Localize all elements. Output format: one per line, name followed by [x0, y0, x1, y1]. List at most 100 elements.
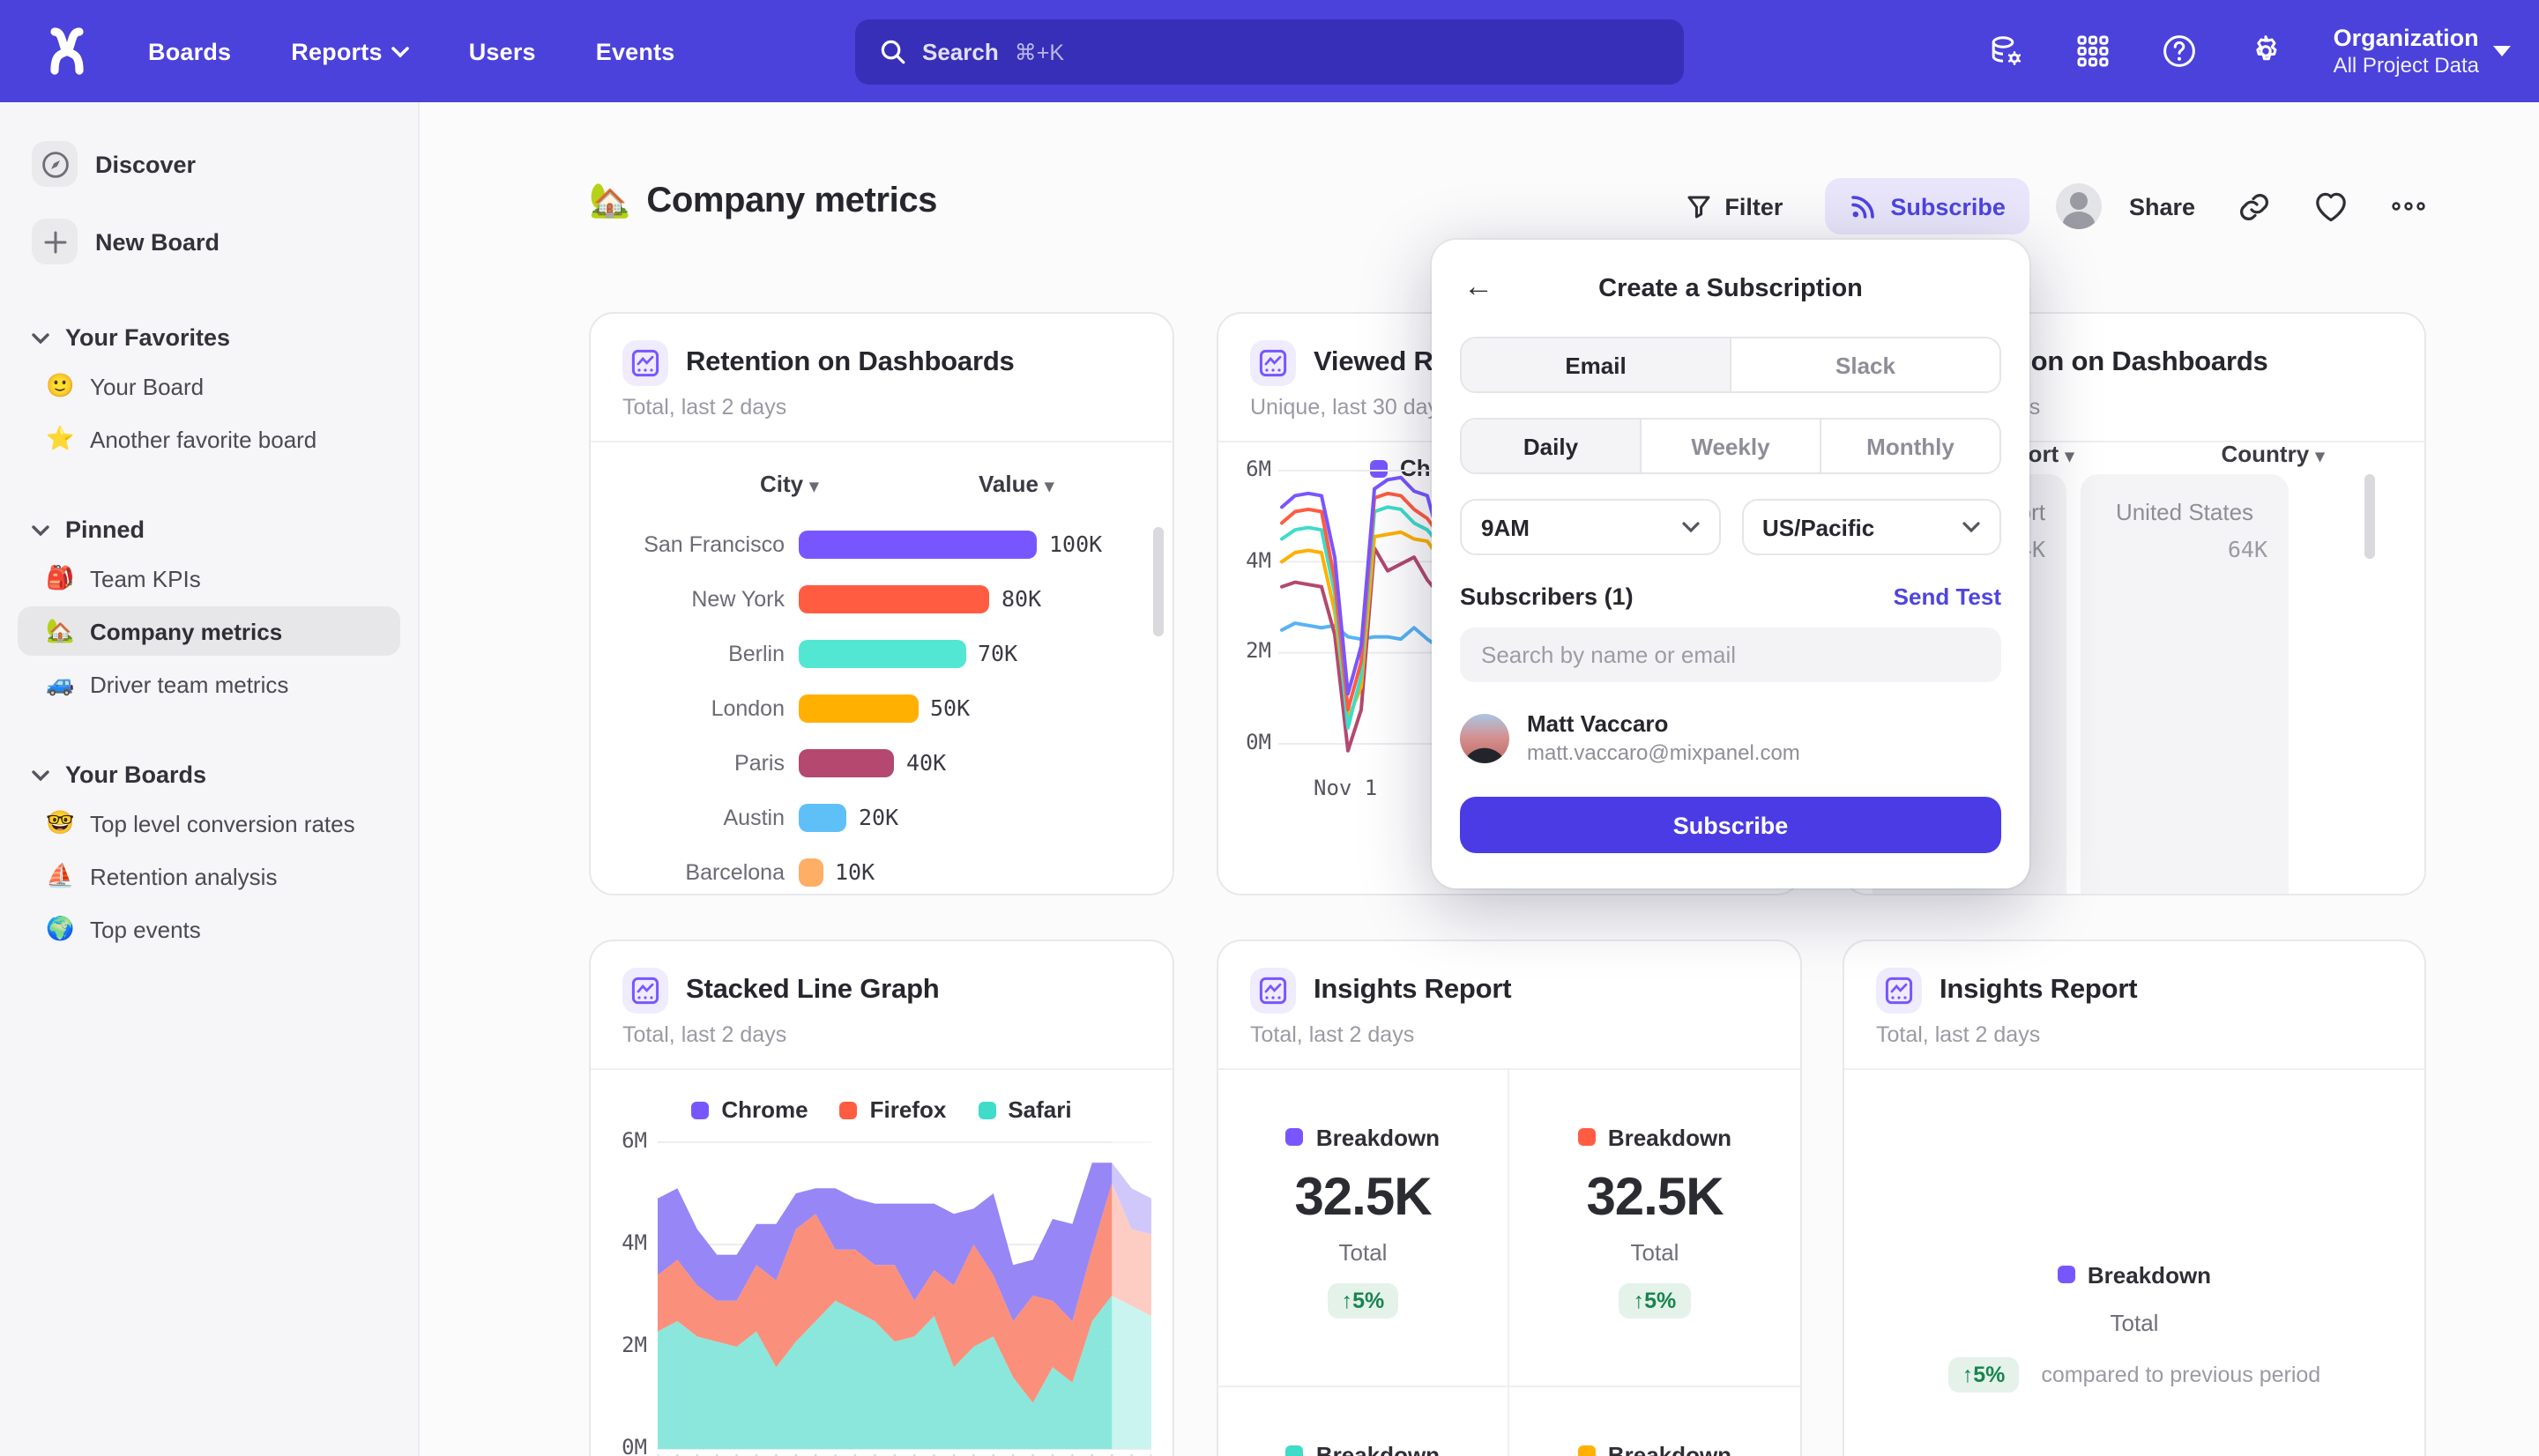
sidebar-item-company-metrics[interactable]: 🏡Company metrics	[18, 606, 400, 656]
subscriber-avatar	[1460, 713, 1509, 762]
user-avatar[interactable]	[2057, 183, 2103, 229]
sidebar-item-another-favorite-board[interactable]: ⭐Another favorite board	[18, 414, 400, 464]
tab-monthly[interactable]: Monthly	[1820, 420, 1999, 472]
filter-button[interactable]: Filter	[1686, 193, 1783, 219]
chevron-down-icon	[32, 769, 49, 780]
rss-icon	[1850, 192, 1878, 220]
sidebar-section: Your Boards🤓Top level conversion rates⛵R…	[0, 754, 418, 954]
bar	[799, 748, 894, 776]
column-header-country[interactable]: Country ▾	[2185, 441, 2361, 467]
total-label: Total	[1844, 1310, 2424, 1336]
sidebar-section-header[interactable]: Your Favorites	[0, 317, 418, 358]
breakdown-legend: Breakdown	[2058, 1261, 2211, 1288]
table-row: San Francisco100K	[591, 516, 1173, 571]
org-name: Organization	[2334, 25, 2479, 51]
org-switcher[interactable]: Organization All Project Data	[2334, 25, 2511, 78]
scrollbar-thumb[interactable]	[2364, 474, 2375, 559]
country-panel[interactable]: United States 64K	[2081, 474, 2289, 895]
copy-link-icon[interactable]	[2237, 189, 2271, 223]
tab-email[interactable]: Email	[1462, 338, 1730, 391]
bar	[799, 694, 918, 722]
timezone-select[interactable]: US/Pacific	[1741, 499, 2001, 555]
sidebar-section-header[interactable]: Pinned	[0, 509, 418, 550]
bar	[799, 584, 989, 613]
subscribe-button[interactable]: Subscribe	[1825, 178, 2030, 234]
sidebar-item-top-level-conversion-rates[interactable]: 🤓Top level conversion rates	[18, 799, 400, 848]
favorite-heart-icon[interactable]	[2313, 189, 2349, 223]
mixpanel-dashboard: Boards Reports Users Events Search ⌘+K O…	[0, 0, 2539, 1456]
nav-item-users[interactable]: Users	[469, 38, 536, 64]
compass-icon	[40, 149, 70, 179]
mixpanel-logo-icon[interactable]	[32, 16, 102, 86]
y-axis-tick: 6M	[601, 1128, 647, 1153]
back-arrow-icon[interactable]: ←	[1463, 266, 1493, 308]
board-emoji: 🚙	[46, 670, 76, 698]
sidebar-item-your-board[interactable]: 🙂Your Board	[18, 361, 400, 411]
column-header-city[interactable]: City ▾	[760, 471, 818, 497]
chevron-down-icon	[32, 332, 49, 343]
y-axis-tick: 0M	[601, 1435, 647, 1456]
nav-item-events[interactable]: Events	[596, 38, 675, 64]
card-retention-bars: Retention on Dashboards Total, last 2 da…	[589, 312, 1174, 895]
y-axis-tick: 4M	[601, 1230, 647, 1255]
scrollbar-thumb[interactable]	[1153, 527, 1164, 636]
board-emoji: 🤓	[46, 809, 76, 837]
tab-weekly[interactable]: Weekly	[1640, 420, 1820, 472]
top-nav: Boards Reports Users Events Search ⌘+K O…	[0, 0, 2539, 102]
settings-gear-icon[interactable]	[2247, 32, 2286, 71]
card-subtitle: Total, last 2 days	[1250, 1022, 1768, 1047]
stat-value: 32.5K	[1509, 1169, 1800, 1229]
send-test-link[interactable]: Send Test	[1894, 583, 2001, 610]
report-chart-icon	[631, 349, 659, 377]
sidebar-item-retention-analysis[interactable]: ⛵Retention analysis	[18, 851, 400, 901]
subscriber-row[interactable]: Matt Vaccaro matt.vaccaro@mixpanel.com	[1460, 710, 2001, 765]
subscriber-name: Matt Vaccaro	[1527, 710, 1800, 737]
nav-item-reports[interactable]: Reports	[291, 38, 408, 64]
help-icon[interactable]	[2161, 32, 2200, 71]
chevron-down-icon	[32, 524, 49, 535]
sidebar-section-header[interactable]: Your Boards	[0, 754, 418, 795]
time-select[interactable]: 9AM	[1460, 499, 1720, 555]
delta-badge: ↑5%	[1328, 1283, 1399, 1319]
modal-title: Create a Subscription	[1598, 275, 1863, 303]
data-management-icon[interactable]	[1988, 32, 2027, 71]
chevron-down-icon	[1962, 522, 1980, 532]
tab-daily[interactable]: Daily	[1462, 420, 1640, 472]
board-emoji: 🏡	[589, 180, 630, 222]
sidebar-new-board[interactable]: New Board	[21, 212, 397, 271]
legend-chip	[1578, 1128, 1596, 1146]
sidebar-item-team-kpis[interactable]: 🎒Team KPIs	[18, 553, 400, 603]
apps-grid-icon[interactable]	[2074, 32, 2113, 71]
more-options-icon[interactable]	[2391, 201, 2426, 212]
total-label: Total	[1218, 1239, 1508, 1266]
search-input[interactable]: Search ⌘+K	[855, 19, 1684, 85]
subscriber-email: matt.vaccaro@mixpanel.com	[1527, 740, 1800, 765]
bar	[799, 639, 965, 667]
channel-tabs: Email Slack	[1460, 337, 2001, 393]
sidebar-discover[interactable]: Discover	[21, 134, 397, 194]
column-header-value[interactable]: Value ▾	[979, 471, 1054, 497]
create-subscription-modal: ← Create a Subscription Email Slack Dail…	[1432, 240, 2029, 888]
card-insights-single: Insights Report Total, last 2 days Break…	[1843, 940, 2426, 1456]
y-axis-tick: 0M	[1225, 730, 1271, 754]
retention-rows: San Francisco100KNew York80KBerlin70KLon…	[591, 516, 1173, 895]
sidebar-item-driver-team-metrics[interactable]: 🚙Driver team metrics	[18, 659, 400, 709]
frequency-tabs: Daily Weekly Monthly	[1460, 418, 2001, 474]
bar	[799, 530, 1037, 558]
sidebar: Discover New Board Your Favorites🙂Your B…	[0, 102, 420, 1456]
table-row: New York80K	[591, 571, 1173, 626]
subscriber-search-input[interactable]: Search by name or email	[1460, 628, 2001, 682]
chevron-down-icon	[391, 45, 409, 57]
sidebar-item-top-events[interactable]: 🌍Top events	[18, 904, 400, 954]
subscribe-submit-button[interactable]: Subscribe	[1460, 797, 2001, 853]
table-row: Barcelona10K	[591, 844, 1173, 895]
sidebar-section: Pinned🎒Team KPIs🏡Company metrics🚙Driver …	[0, 509, 418, 709]
nav-item-boards[interactable]: Boards	[148, 38, 231, 64]
delta-badge: ↑5%	[1619, 1283, 1691, 1319]
bar	[799, 858, 823, 886]
tab-slack[interactable]: Slack	[1730, 338, 1999, 391]
share-button[interactable]: Share	[2129, 193, 2195, 219]
board-emoji: 🙂	[46, 372, 76, 400]
caret-down-icon	[2493, 46, 2511, 56]
x-axis-tick: Nov 1	[1314, 776, 1377, 800]
